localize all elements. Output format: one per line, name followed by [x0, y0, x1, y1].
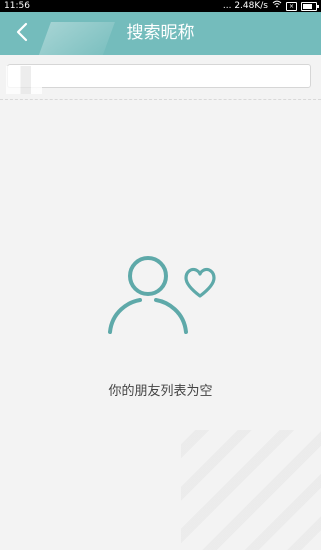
status-time: 11:56 — [4, 1, 30, 11]
nickname-search-input[interactable] — [7, 64, 311, 88]
wifi-icon — [272, 0, 282, 12]
pixelated-smudge — [181, 430, 321, 550]
search-bar — [0, 55, 321, 100]
pixelated-smudge — [6, 66, 42, 94]
status-bar: 11:56 ... 2.48K/s × — [0, 0, 321, 12]
page-title: 搜索昵称 — [126, 23, 195, 43]
status-right: ... 2.48K/s × — [222, 0, 319, 12]
net-speed: ... 2.48K/s — [222, 1, 268, 11]
header-bar: 搜索昵称 — [0, 12, 321, 60]
empty-message: 你的朋友列表为空 — [108, 384, 213, 399]
sim-x-icon: × — [286, 1, 297, 11]
battery-icon — [301, 1, 319, 11]
friend-empty-icon — [100, 252, 220, 337]
